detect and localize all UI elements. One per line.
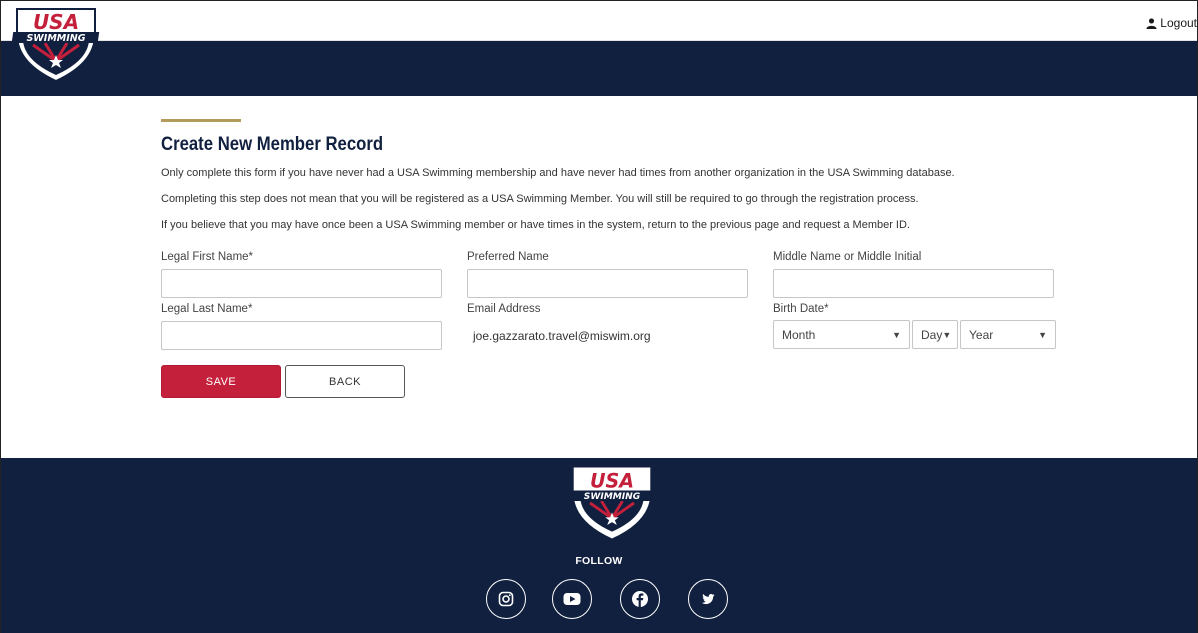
instagram-icon	[498, 591, 514, 607]
legal-last-name-input[interactable]	[161, 321, 442, 350]
birth-month-select[interactable]: Month ▼	[773, 320, 910, 349]
birth-day-select[interactable]: Day ▼	[912, 320, 958, 349]
logout-label: Logout	[1160, 16, 1197, 30]
info-paragraph-1: Only complete this form if you have neve…	[161, 167, 955, 179]
info-paragraph-2: Completing this step does not mean that …	[161, 193, 919, 205]
main-content: Create New Member Record Only complete t…	[161, 119, 1061, 244]
birth-year-value: Year	[969, 327, 994, 342]
middle-name-input[interactable]	[773, 269, 1054, 298]
title-accent-rule	[161, 119, 241, 122]
preferred-name-label: Preferred Name	[467, 251, 549, 263]
middle-name-group: Middle Name or Middle Initial	[773, 251, 1054, 298]
youtube-icon	[563, 593, 581, 605]
legal-first-name-input[interactable]	[161, 269, 442, 298]
twitter-link[interactable]	[688, 579, 728, 619]
user-icon	[1146, 17, 1157, 29]
save-button[interactable]: SAVE	[161, 365, 281, 398]
footer-logo-swimming-text: SWIMMING	[584, 492, 641, 502]
email-label: Email Address	[467, 303, 541, 315]
info-paragraph-3: If you believe that you may have once be…	[161, 219, 910, 231]
footer-usa-swimming-logo[interactable]: USA SWIMMING	[567, 464, 657, 540]
logo-usa-text: USA	[33, 10, 79, 34]
birth-date-group: Birth Date*	[773, 303, 829, 321]
chevron-down-icon: ▼	[892, 329, 901, 340]
birth-month-value: Month	[782, 327, 816, 342]
usa-swimming-logo[interactable]: USA SWIMMING	[9, 5, 103, 83]
logo-swimming-text: SWIMMING	[26, 33, 85, 44]
email-value: joe.gazzarato.travel@miswim.org	[473, 329, 651, 343]
email-group: Email Address joe.gazzarato.travel@miswi…	[467, 303, 651, 343]
footer: USA SWIMMING FOLLOW	[1, 458, 1197, 633]
chevron-down-icon: ▼	[1038, 329, 1047, 340]
facebook-icon	[632, 591, 648, 607]
nav-bar	[1, 41, 1197, 96]
logout-link[interactable]: Logout	[1146, 16, 1197, 30]
instagram-link[interactable]	[486, 579, 526, 619]
preferred-name-group: Preferred Name	[467, 251, 748, 298]
birth-date-label: Birth Date*	[773, 303, 829, 315]
top-bar: Logout	[1, 1, 1197, 41]
birth-day-value: Day	[921, 327, 943, 342]
back-button[interactable]: BACK	[285, 365, 405, 398]
chevron-down-icon: ▼	[942, 329, 952, 340]
follow-label: FOLLOW	[575, 555, 623, 567]
youtube-link[interactable]	[552, 579, 592, 619]
preferred-name-input[interactable]	[467, 269, 748, 298]
footer-logo-usa-text: USA	[590, 470, 634, 493]
legal-last-name-label: Legal Last Name*	[161, 303, 253, 315]
facebook-link[interactable]	[620, 579, 660, 619]
page-title: Create New Member Record	[161, 134, 384, 155]
birth-year-select[interactable]: Year ▼	[960, 320, 1056, 349]
legal-first-name-group: Legal First Name*	[161, 251, 442, 298]
twitter-icon	[701, 594, 715, 605]
middle-name-label: Middle Name or Middle Initial	[773, 251, 922, 263]
legal-last-name-group: Legal Last Name*	[161, 303, 442, 350]
legal-first-name-label: Legal First Name*	[161, 251, 254, 263]
